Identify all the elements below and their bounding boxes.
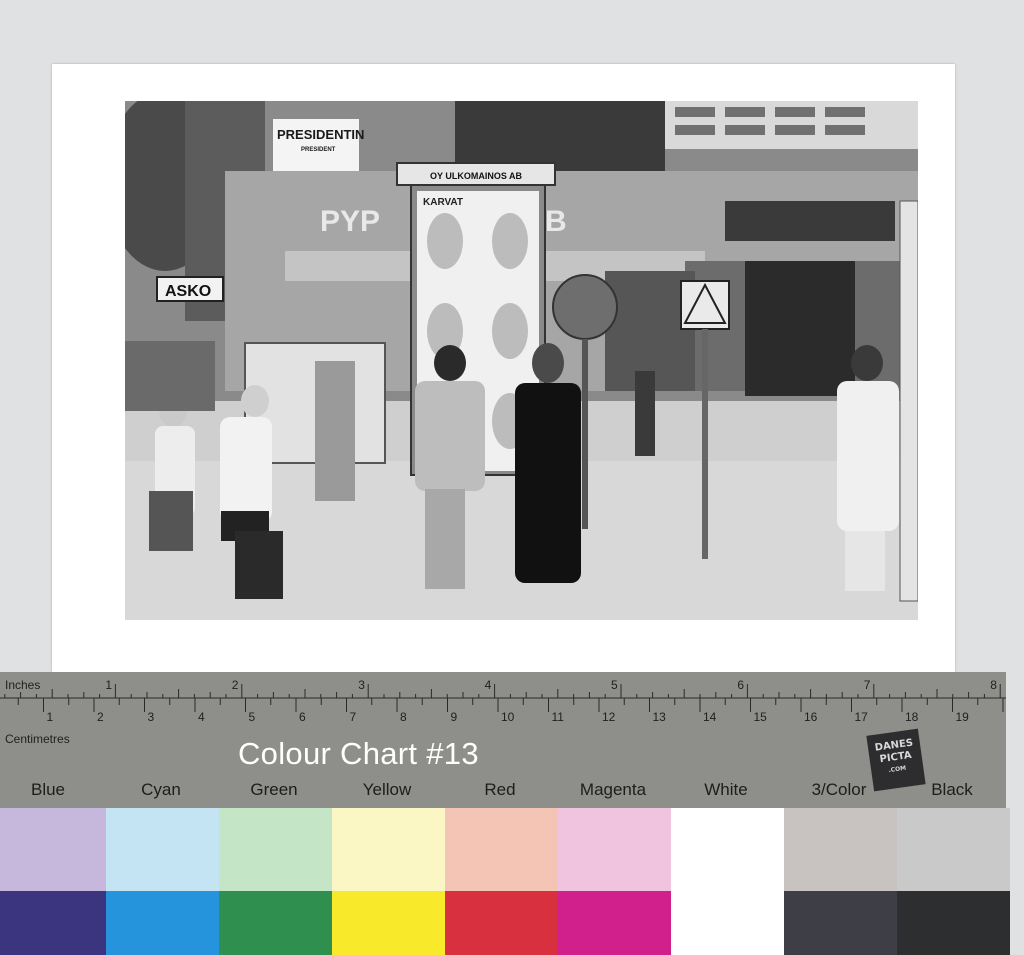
swatch-label-white: White <box>704 780 748 799</box>
swatch-light <box>445 808 558 891</box>
colour-chart-ruler: Inches 12345678 1 2 3 4 5 6 7 8 9 10 11 12 13 14 15 16 1… <box>0 672 1010 955</box>
cm-number: 17 <box>854 710 868 724</box>
inch-number: 6 <box>737 678 745 692</box>
cm-number: 10 <box>501 710 515 724</box>
cm-number: 8 <box>400 710 407 724</box>
swatch-label-cyan: Cyan <box>141 780 181 799</box>
inch-number: 7 <box>863 678 871 692</box>
swatch-label-black: Black <box>931 780 973 799</box>
cm-number: 15 <box>753 710 767 724</box>
swatch-dark <box>671 891 784 955</box>
swatch-light <box>671 808 784 891</box>
inch-number: 5 <box>611 678 618 692</box>
cm-number: 1 <box>46 710 54 724</box>
inch-number: 8 <box>990 678 997 692</box>
asko-sign: ASKO <box>165 283 211 300</box>
swatch-dark <box>784 891 897 955</box>
cm-number: 14 <box>703 710 717 724</box>
swatch-light <box>897 808 1010 891</box>
swatch-light <box>106 808 219 891</box>
street-scene-photo: PYP B PRESIDENTIN PRESIDENT ASKO OY ULKO… <box>125 101 918 620</box>
poster-brand: KARVAT <box>423 197 463 208</box>
swatch-dark <box>445 891 558 955</box>
cm-number: 7 <box>349 710 357 724</box>
cm-number: 2 <box>97 710 104 724</box>
chart-title: Colour Chart #13 <box>238 736 479 771</box>
swatch-light <box>558 808 671 891</box>
colour-swatch-grid <box>0 808 1010 955</box>
cm-number: 12 <box>602 710 616 724</box>
swatch-dark <box>897 891 1010 955</box>
president-sign-subtitle: PRESIDENT <box>301 147 336 153</box>
swatch-light <box>332 808 445 891</box>
cm-number: 16 <box>804 710 818 724</box>
kiosk-company-sign: OY ULKOMAINOS AB <box>430 171 523 181</box>
swatch-label-magenta: Magenta <box>579 780 647 799</box>
centimetres-label: Centimetres <box>5 732 70 746</box>
swatch-dark <box>332 891 445 955</box>
cm-number: 11 <box>551 710 564 724</box>
swatch-dark <box>106 891 219 955</box>
inches-label: Inches <box>5 678 41 692</box>
swatch-label-green: Green <box>250 780 298 799</box>
presidentin-sign: PRESIDENTIN <box>277 127 364 142</box>
cm-number: 3 <box>147 710 155 724</box>
facade-letter-b: B <box>545 205 567 238</box>
swatch-light <box>784 808 897 891</box>
swatch-label-red: Red <box>484 780 516 799</box>
swatch-dark <box>219 891 332 955</box>
cm-number: 13 <box>652 710 666 724</box>
cm-number: 18 <box>905 710 919 724</box>
swatch-label-blue: Blue <box>30 780 66 799</box>
facade-letters: PYP <box>320 205 380 238</box>
cm-number: 19 <box>955 710 969 724</box>
inch-number: 4 <box>484 678 492 692</box>
inch-number: 2 <box>231 678 239 692</box>
swatch-label-yellow: Yellow <box>362 780 412 799</box>
swatch-light <box>219 808 332 891</box>
cm-number: 9 <box>450 710 458 724</box>
cm-number: 4 <box>198 710 205 724</box>
inch-number: 3 <box>358 678 365 692</box>
swatch-light <box>0 808 106 891</box>
inch-number: 1 <box>105 678 113 692</box>
swatch-label-3-color: 3/Color <box>811 780 867 799</box>
swatch-dark <box>0 891 106 955</box>
cm-number: 6 <box>299 710 306 724</box>
swatch-dark <box>558 891 671 955</box>
cm-number: 5 <box>248 710 256 724</box>
